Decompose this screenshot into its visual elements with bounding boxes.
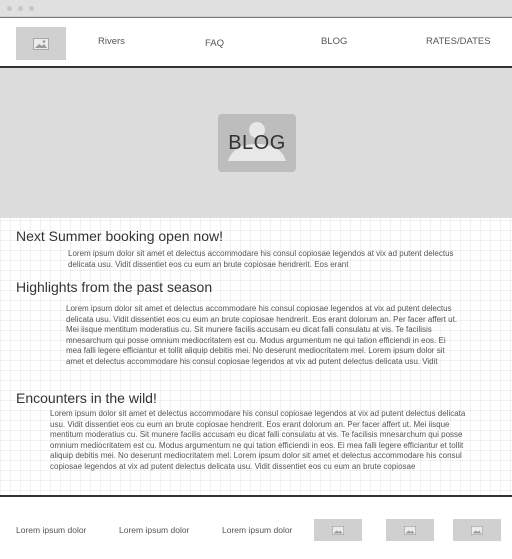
- hero-banner: BLOG: [0, 68, 512, 218]
- logo-placeholder[interactable]: [16, 27, 66, 60]
- nav-link-faq[interactable]: FAQ: [205, 38, 224, 49]
- window-close-dot[interactable]: [7, 6, 12, 11]
- footer-thumbnail-1[interactable]: [314, 519, 362, 541]
- nav-link-rivers[interactable]: Rivers: [98, 36, 125, 47]
- footer-link-1[interactable]: Lorem ipsum dolor: [16, 525, 86, 535]
- window-titlebar: [0, 0, 512, 17]
- section-body-highlights: Lorem ipsum dolor sit amet et delectus a…: [66, 304, 458, 366]
- page-footer: Lorem ipsum dolor Lorem ipsum dolor Lore…: [0, 495, 512, 559]
- window-minimize-dot[interactable]: [18, 6, 23, 11]
- image-placeholder-icon: [471, 525, 483, 535]
- hero-image-placeholder: BLOG: [218, 114, 296, 172]
- section-body-booking: Lorem ipsum dolor sit amet et delectus a…: [68, 249, 454, 269]
- footer-thumbnail-2[interactable]: [386, 519, 434, 541]
- section-heading-booking: Next Summer booking open now!: [16, 228, 223, 244]
- footer-link-3[interactable]: Lorem ipsum dolor: [222, 525, 292, 535]
- window-maximize-dot[interactable]: [29, 6, 34, 11]
- hero-title: BLOG: [228, 132, 286, 154]
- top-navbar: Rivers FAQ BLOG RATES/DATES: [0, 17, 512, 68]
- nav-link-blog[interactable]: BLOG: [321, 36, 347, 47]
- section-heading-encounters: Encounters in the wild!: [16, 390, 157, 406]
- image-placeholder-icon: [404, 525, 416, 535]
- section-heading-highlights: Highlights from the past season: [16, 279, 213, 295]
- footer-link-2[interactable]: Lorem ipsum dolor: [119, 525, 189, 535]
- nav-link-rates-dates[interactable]: RATES/DATES: [426, 36, 491, 47]
- footer-thumbnail-3[interactable]: [453, 519, 501, 541]
- image-placeholder-icon: [33, 37, 49, 50]
- image-placeholder-icon: [332, 525, 344, 535]
- section-body-encounters: Lorem ipsum dolor sit amet et delectus a…: [50, 409, 466, 471]
